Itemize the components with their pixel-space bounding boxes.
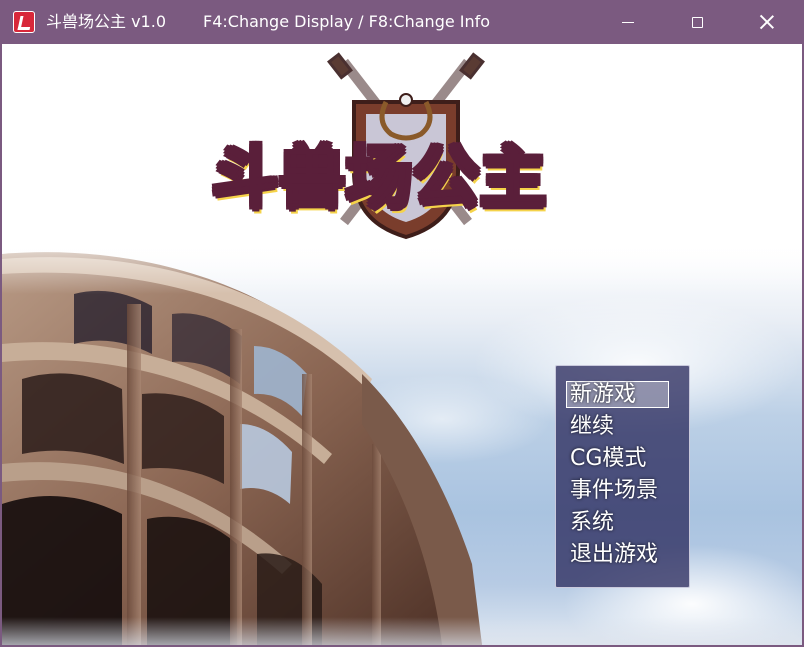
- maximize-button[interactable]: [670, 0, 724, 44]
- menu-item-new-game[interactable]: 新游戏: [565, 380, 670, 410]
- minimize-button[interactable]: [601, 0, 655, 44]
- game-screen[interactable]: 斗兽场公主 新游戏 继续 CG模式 事件场景 系统 退出游戏: [2, 44, 802, 645]
- title-bar[interactable]: 斗兽场公主 v1.0 F4:Change Display / F8:Change…: [0, 0, 804, 44]
- logo-title: 斗兽场公主: [212, 139, 547, 216]
- menu-item-system[interactable]: 系统: [570, 508, 614, 538]
- close-button[interactable]: [740, 0, 794, 44]
- menu-item-exit-game[interactable]: 退出游戏: [570, 540, 658, 570]
- window-title: 斗兽场公主 v1.0: [46, 12, 167, 31]
- title-menu: 新游戏 继续 CG模式 事件场景 系统 退出游戏: [555, 365, 690, 588]
- app-icon[interactable]: [13, 11, 35, 33]
- window-info-text: F4:Change Display / F8:Change Info: [203, 12, 491, 31]
- close-icon: [759, 14, 775, 30]
- minimize-icon: [622, 21, 634, 23]
- maximize-icon: [691, 16, 703, 28]
- menu-item-cg-mode[interactable]: CG模式: [570, 444, 646, 474]
- game-logo: 斗兽场公主: [206, 52, 606, 252]
- bottom-fade: [2, 617, 802, 645]
- menu-item-event-scenes[interactable]: 事件场景: [570, 476, 658, 506]
- menu-item-continue[interactable]: 继续: [570, 412, 614, 442]
- app-window: 斗兽场公主 v1.0 F4:Change Display / F8:Change…: [0, 0, 804, 647]
